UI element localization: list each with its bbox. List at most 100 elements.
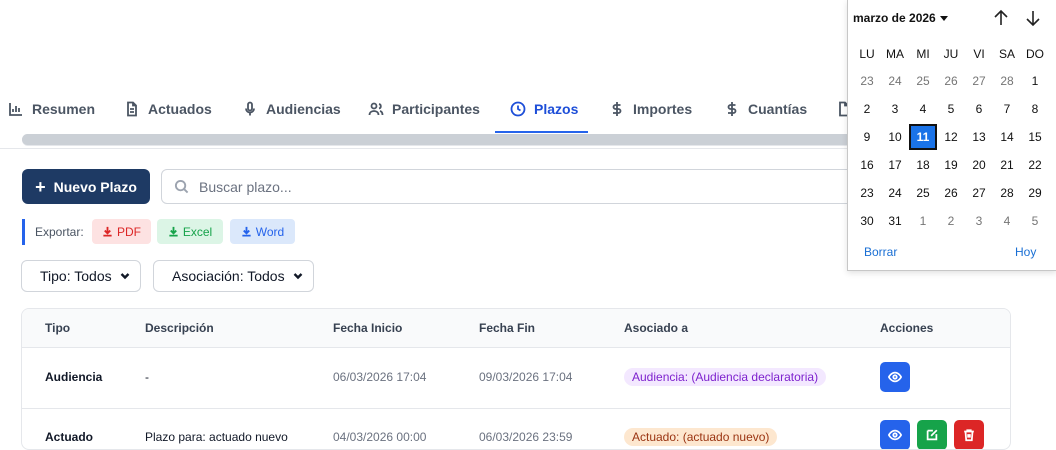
tab-cuantias[interactable]: Cuantías [724,86,807,132]
column-header: Fecha Inicio [333,321,403,335]
calendar-day[interactable]: 4 [909,96,937,122]
calendar-day[interactable]: 26 [937,180,965,206]
calendar-day-outside-month[interactable]: 2 [937,208,965,234]
calendar-day[interactable]: 29 [1021,180,1049,206]
delete-button[interactable] [954,420,984,449]
calendar-day-selected[interactable]: 11 [909,124,937,150]
dollar-icon [727,102,737,116]
calendar-day[interactable]: 16 [853,152,881,178]
table-header: Tipo Descripción Fecha Inicio Fecha Fin … [22,309,1010,348]
document-icon [127,101,137,117]
today-button[interactable]: Hoy [1015,245,1036,259]
export-label: Exportar: [35,225,84,239]
calendar-day[interactable]: 31 [881,208,909,234]
calendar-day[interactable]: 14 [993,124,1021,150]
export-pdf-button[interactable]: PDF [92,219,151,244]
cell-descripcion: - [145,370,149,384]
calendar-day[interactable]: 27 [965,180,993,206]
search-icon [174,179,189,194]
plazos-table: Tipo Descripción Fecha Inicio Fecha Fin … [21,308,1011,450]
calendar-day[interactable]: 20 [965,152,993,178]
tipo-filter-select[interactable]: Tipo: Todos [21,260,141,292]
column-header: Acciones [880,321,934,335]
tab-bar: Resumen Actuados Audiencias Participante… [0,86,850,134]
asociado-badge: Actuado: (actuado nuevo) [624,428,778,446]
calendar-day[interactable]: 30 [853,208,881,234]
tab-actuados[interactable]: Actuados [124,86,212,132]
calendar-day[interactable]: 3 [881,96,909,122]
calendar-day[interactable]: 8 [1021,96,1049,122]
export-excel-button[interactable]: Excel [157,219,223,244]
cell-fecha-inicio: 06/03/2026 17:04 [333,370,427,384]
weekday-header: SA [998,47,1015,61]
tab-plazos[interactable]: Plazos [510,86,578,132]
export-accent [22,219,25,245]
search-placeholder: Buscar plazo... [199,178,292,195]
table-row[interactable]: Actuado Plazo para: actuado nuevo 04/03/… [22,408,1010,449]
calendar-day-outside-month[interactable]: 23 [853,68,881,94]
export-word-label: Word [255,224,285,239]
next-month-button[interactable] [1024,9,1042,27]
calendar-day-outside-month[interactable]: 26 [937,68,965,94]
calendar-day[interactable]: 5 [937,96,965,122]
search-input[interactable]: Buscar plazo... [161,169,863,204]
date-picker-popup: marzo de 2026 LU MA MI JU VI SA DO 23 24 25 26 27 2… [847,0,1056,271]
calendar-day[interactable]: 10 [881,124,909,150]
arrow-down-icon [1026,11,1040,27]
arrow-up-icon [994,9,1008,25]
calendar-day[interactable]: 23 [853,180,881,206]
weekday-header: LU [859,47,875,61]
calendar-day-outside-month[interactable]: 4 [993,208,1021,234]
export-word-button[interactable]: Word [230,219,295,244]
edit-icon [926,429,938,441]
calendar-day[interactable]: 17 [881,152,909,178]
calendar-day-outside-month[interactable]: 28 [993,68,1021,94]
tab-label: Importes [633,101,693,117]
calendar-day[interactable]: 21 [993,152,1021,178]
calendar-day[interactable]: 25 [909,180,937,206]
calendar-day[interactable]: 9 [853,124,881,150]
column-header: Descripción [145,321,214,335]
calendar-day-outside-month[interactable]: 27 [965,68,993,94]
calendar-day[interactable]: 22 [1021,152,1049,178]
view-button[interactable] [880,362,910,392]
calendar-day-outside-month[interactable]: 25 [909,68,937,94]
column-header: Fecha Fin [479,321,536,335]
view-button[interactable] [880,420,910,449]
calendar-day[interactable]: 19 [937,152,965,178]
tab-audiencias[interactable]: Audiencias [242,86,341,132]
calendar-day[interactable]: 7 [993,96,1021,122]
calendar-day-outside-month[interactable]: 5 [1021,208,1049,234]
calendar-day[interactable]: 12 [937,124,965,150]
download-icon [103,226,112,237]
asociacion-filter-select[interactable]: Asociación: Todos [153,260,314,292]
tab-label: Resumen [32,101,96,117]
calendar-day[interactable]: 2 [853,96,881,122]
tab-participantes[interactable]: Participantes [368,86,480,132]
calendar-day-outside-month[interactable]: 1 [909,208,937,234]
dollar-icon [612,102,622,116]
calendar-day-outside-month[interactable]: 24 [881,68,909,94]
tab-resumen[interactable]: Resumen [8,86,95,132]
weekday-header: DO [1026,47,1044,61]
chart-icon [9,103,22,116]
cell-tipo: Audiencia [45,370,103,384]
new-plazo-button[interactable]: + Nuevo Plazo [22,169,150,204]
weekday-header: MA [886,47,904,61]
calendar-day[interactable]: 13 [965,124,993,150]
table-row[interactable]: Audiencia - 06/03/2026 17:04 09/03/2026 … [22,348,1010,409]
calendar-day[interactable]: 28 [993,180,1021,206]
calendar-day-outside-month[interactable]: 3 [965,208,993,234]
tabs-scrollbar-thumb[interactable] [22,134,852,145]
calendar-day[interactable]: 15 [1021,124,1049,150]
calendar-day[interactable]: 24 [881,180,909,206]
edit-button[interactable] [917,420,947,449]
calendar-day[interactable]: 1 [1021,68,1049,94]
clear-date-button[interactable]: Borrar [864,245,897,259]
caret-down-icon [939,15,948,21]
month-selector[interactable]: marzo de 2026 [853,11,948,25]
previous-month-button[interactable] [992,9,1010,27]
calendar-day[interactable]: 6 [965,96,993,122]
calendar-day[interactable]: 18 [909,152,937,178]
tab-importes[interactable]: Importes [609,86,692,132]
